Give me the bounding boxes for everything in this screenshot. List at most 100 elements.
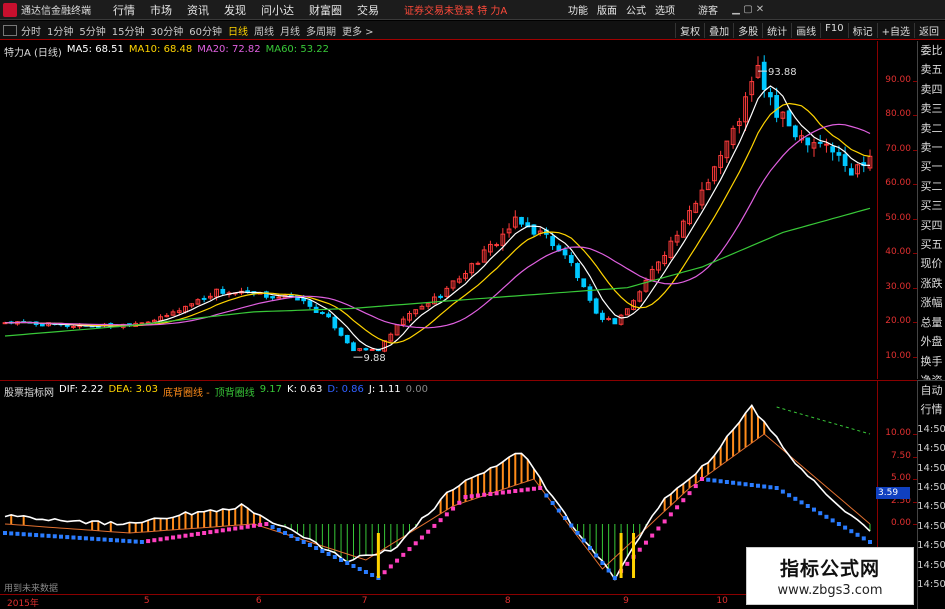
menu-trade[interactable]: 交易: [357, 2, 379, 18]
tool-button-2[interactable]: 多股: [733, 22, 762, 38]
signal-dot: [861, 536, 866, 541]
timeframe-tab-2[interactable]: 5分钟: [79, 23, 105, 38]
future-data-note: 用到未来数据: [4, 584, 59, 594]
tick-item-1[interactable]: 行情: [921, 400, 943, 419]
tool-button-0[interactable]: 复权: [675, 22, 704, 38]
signal-dot: [245, 524, 250, 529]
tick-item-0[interactable]: 自动: [921, 381, 943, 400]
price-chart-panel[interactable]: 93.88 9.88 特力A (日线) MA5: 68.51 MA10: 68.4…: [0, 41, 877, 379]
signal-dot: [625, 561, 630, 566]
timeframe-tab-7[interactable]: 周线: [254, 23, 274, 38]
candle: [736, 117, 742, 134]
signal-dot: [83, 536, 88, 541]
tick-item-7: 14:50: [917, 520, 945, 532]
signal-dot: [326, 552, 331, 556]
candle: [811, 138, 817, 157]
signal-dot: [171, 535, 176, 540]
menu-wealth[interactable]: 财富圈: [309, 2, 342, 18]
signal-dot: [388, 564, 393, 569]
toolbar-toggle-icon[interactable]: [3, 24, 17, 36]
timeframe-tab-3[interactable]: 15分钟: [112, 23, 145, 38]
menu-options[interactable]: 选项: [655, 2, 675, 17]
timeframe-tab-8[interactable]: 月线: [280, 23, 300, 38]
main-legend: 特力A (日线) MA5: 68.51 MA10: 68.48 MA20: 72…: [4, 44, 334, 59]
timeframe-tab-1[interactable]: 1分钟: [47, 23, 73, 38]
indicator-value-badge: 3.59: [876, 487, 910, 499]
menu-function[interactable]: 功能: [568, 2, 588, 17]
signal-dot: [650, 533, 655, 538]
signal-dot: [146, 539, 151, 544]
candle: [475, 261, 481, 266]
candle: [506, 223, 512, 238]
signal-dot: [513, 489, 518, 493]
signal-dot: [115, 538, 120, 543]
candle: [201, 295, 207, 303]
candle: [33, 321, 39, 327]
menu-quotes[interactable]: 行情: [113, 2, 135, 18]
price-chart[interactable]: 93.88 9.88: [0, 41, 877, 379]
login-notice: 证券交易未登录 特 力A: [404, 6, 508, 17]
candle: [824, 138, 829, 153]
signal-dot: [127, 539, 132, 544]
menu-ask[interactable]: 问小达: [261, 2, 294, 18]
signal-dot: [482, 492, 487, 497]
quote-field-7: 买二: [920, 179, 943, 193]
timeframe-tab-6[interactable]: 日线: [228, 23, 248, 38]
close-icon[interactable]: ✕: [754, 4, 766, 15]
signal-dot: [320, 549, 325, 553]
timeframe-bar: 分时 1分钟 5分钟 15分钟 30分钟 60分钟 日线 周线 月线 多周期 更多 > 复权 叠加 多股…: [0, 21, 945, 40]
signal-dot: [724, 480, 729, 484]
candle: [724, 140, 730, 163]
j2-label: 0.00: [405, 384, 428, 395]
signal-dot: [426, 529, 431, 534]
signal-dot: [40, 533, 45, 538]
signal-dot: [270, 525, 275, 529]
chart-tools: 复权 叠加 多股 统计 画线 F10 标记 +自选 返回: [675, 22, 943, 38]
menu-layout[interactable]: 版面: [597, 2, 617, 17]
candle: [649, 265, 655, 282]
timeframe-tab-10[interactable]: 更多 >: [342, 23, 374, 38]
signal-dot: [706, 477, 711, 482]
signal-dot: [133, 539, 138, 544]
quote-field-4: 卖二: [920, 121, 943, 135]
tool-button-4[interactable]: 画线: [791, 22, 820, 38]
date-tick-label: 9: [623, 596, 629, 606]
quote-field-1: 卖五: [920, 63, 943, 77]
signal-dot: [525, 487, 530, 492]
divergence-value: 9.17: [259, 384, 283, 395]
tick-item-2: 14:50: [917, 423, 945, 435]
quote-panel: 委比卖五卖四卖三卖二卖一买一买二买三买四买五现价涨跌涨幅总量外盘换手净资收益: [917, 41, 945, 406]
candle: [637, 290, 643, 303]
timeframe-tab-5[interactable]: 60分钟: [189, 23, 222, 38]
menu-news[interactable]: 资讯: [187, 2, 209, 18]
timeframe-tab-9[interactable]: 多周期: [306, 23, 336, 38]
watermark-url: www.zbgs3.com: [777, 583, 883, 598]
tool-button-7[interactable]: +自选: [876, 22, 914, 38]
signal-dot: [382, 570, 387, 575]
minimize-icon[interactable]: ▁: [730, 4, 742, 15]
maximize-icon[interactable]: ▢: [742, 4, 754, 15]
signal-dot: [339, 558, 344, 562]
signal-dot: [699, 477, 704, 481]
signal-dot: [681, 498, 686, 503]
tool-button-6[interactable]: 标记: [847, 22, 877, 38]
tool-button-1[interactable]: 叠加: [704, 22, 733, 38]
dea-line: [4, 433, 871, 570]
candle: [581, 278, 587, 288]
candle: [208, 292, 213, 300]
tool-button-5[interactable]: F10: [820, 22, 847, 38]
signal-dot: [251, 523, 256, 528]
menu-discover[interactable]: 发现: [224, 2, 246, 18]
trend-line: [776, 406, 871, 435]
timeframe-tab-0[interactable]: 分时: [21, 23, 41, 38]
tick-item-9: 14:50: [917, 559, 945, 571]
tool-button-8[interactable]: 返回: [914, 22, 943, 38]
tool-button-3[interactable]: 统计: [762, 22, 791, 38]
signal-dot: [488, 492, 493, 496]
signal-dot: [332, 555, 337, 559]
menu-formula[interactable]: 公式: [626, 2, 646, 17]
guest-label[interactable]: 游客: [698, 2, 718, 17]
candle: [618, 313, 624, 326]
menu-market[interactable]: 市场: [150, 2, 172, 18]
timeframe-tab-4[interactable]: 30分钟: [150, 23, 183, 38]
